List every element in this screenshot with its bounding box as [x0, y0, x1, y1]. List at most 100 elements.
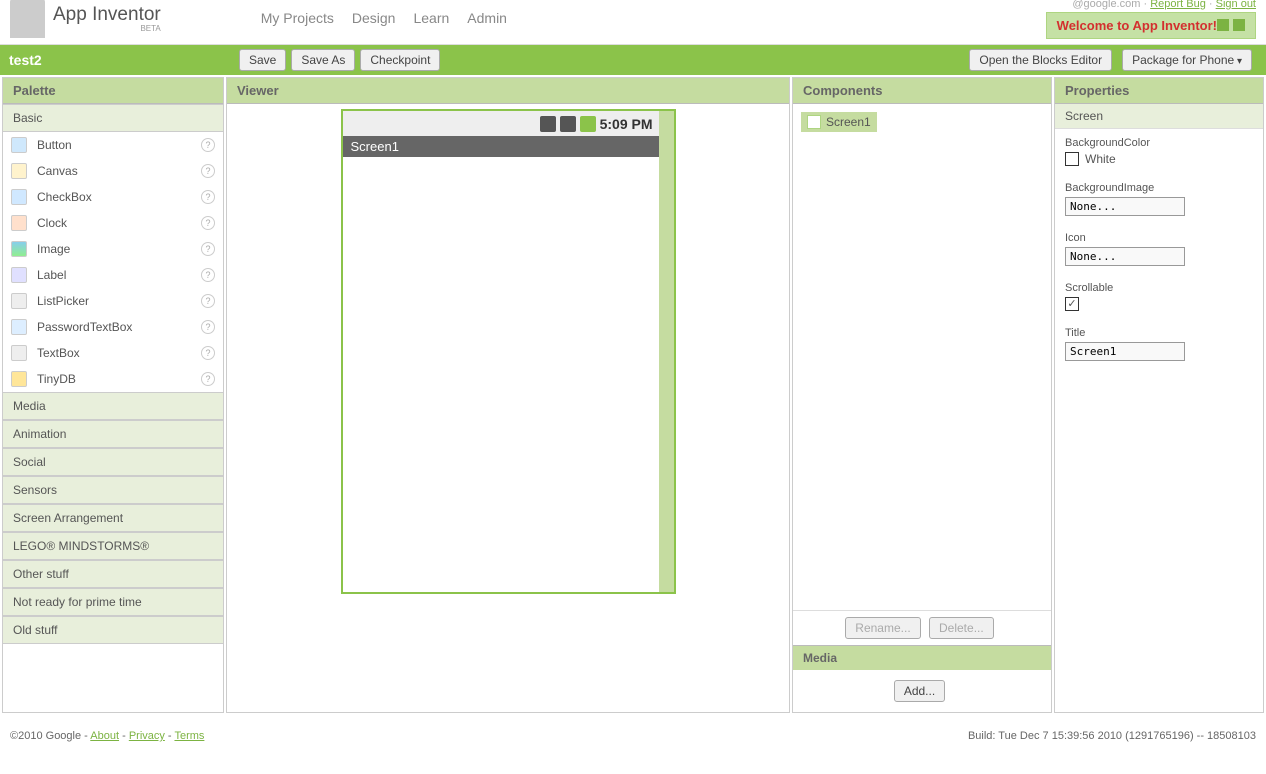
selected-component: Screen	[1055, 104, 1263, 129]
help-icon[interactable]: ?	[201, 372, 215, 386]
copyright: ©2010 Google -	[10, 730, 90, 742]
icon-image	[11, 241, 27, 257]
palette-section[interactable]: Social	[3, 448, 223, 476]
help-icon[interactable]: ?	[201, 138, 215, 152]
footer: ©2010 Google - About - Privacy - Terms B…	[0, 715, 1266, 757]
nav-my-projects[interactable]: My Projects	[261, 10, 334, 26]
add-media-button[interactable]: Add...	[894, 680, 945, 702]
icon-label	[11, 267, 27, 283]
package-button[interactable]: Package for Phone	[1122, 49, 1252, 71]
about-link[interactable]: About	[90, 730, 119, 742]
checkpoint-button[interactable]: Checkpoint	[360, 49, 440, 71]
workspace: Palette Basic Button?Canvas?CheckBox?Clo…	[0, 75, 1266, 715]
prop-bgcolor-label: BackgroundColor	[1065, 137, 1253, 149]
icon-canvas	[11, 163, 27, 179]
save-button[interactable]: Save	[239, 49, 286, 71]
palette-item-label: ListPicker	[37, 294, 89, 308]
palette-item-textbox[interactable]: TextBox?	[3, 340, 223, 366]
palette-section[interactable]: Old stuff	[3, 616, 223, 644]
palette-section-basic[interactable]: Basic	[3, 104, 223, 132]
viewer-panel: Viewer 5:09 PM Screen1	[226, 77, 790, 713]
icon-textbox	[11, 345, 27, 361]
delete-button[interactable]: Delete...	[929, 617, 994, 639]
prop-bgcolor-value[interactable]: White	[1065, 152, 1253, 166]
prop-bgcolor-text: White	[1085, 152, 1116, 166]
palette-item-passwordtextbox[interactable]: PasswordTextBox?	[3, 314, 223, 340]
palette-item-label: Button	[37, 138, 72, 152]
palette-item-label: TextBox	[37, 346, 80, 360]
welcome-bar: Welcome to App Inventor!	[1046, 12, 1256, 39]
icon-clock	[11, 215, 27, 231]
palette-section[interactable]: Media	[3, 392, 223, 420]
palette-item-label: TinyDB	[37, 372, 76, 386]
sign-out-link[interactable]: Sign out	[1216, 0, 1256, 10]
status-signal-icon	[560, 116, 576, 132]
toolbar: test2 Save Save As Checkpoint Open the B…	[0, 45, 1266, 75]
prop-title-input[interactable]	[1065, 342, 1185, 361]
build-info: Build: Tue Dec 7 15:39:56 2010 (12917651…	[968, 730, 1256, 742]
maximize-icon[interactable]	[1233, 19, 1245, 31]
palette-item-tinydb[interactable]: TinyDB?	[3, 366, 223, 392]
palette-item-listpicker[interactable]: ListPicker?	[3, 288, 223, 314]
palette-section[interactable]: LEGO® MINDSTORMS®	[3, 532, 223, 560]
palette-panel: Palette Basic Button?Canvas?CheckBox?Clo…	[2, 77, 224, 713]
nav-design[interactable]: Design	[352, 10, 396, 26]
android-icon	[10, 0, 45, 38]
app-title: App Inventor	[53, 4, 161, 26]
help-icon[interactable]: ?	[201, 216, 215, 230]
palette-section[interactable]: Not ready for prime time	[3, 588, 223, 616]
minimize-icon[interactable]	[1217, 19, 1229, 31]
palette-item-checkbox[interactable]: CheckBox?	[3, 184, 223, 210]
header-right: @google.com · Report Bug · Sign out Welc…	[1046, 0, 1256, 39]
phone-time: 5:09 PM	[600, 116, 653, 132]
project-name: test2	[9, 52, 219, 68]
icon-checkbox	[11, 189, 27, 205]
media-body: Add...	[793, 670, 1051, 712]
properties-panel: Properties Screen BackgroundColor White …	[1054, 77, 1264, 713]
palette-item-canvas[interactable]: Canvas?	[3, 158, 223, 184]
palette-item-clock[interactable]: Clock?	[3, 210, 223, 236]
help-icon[interactable]: ?	[201, 190, 215, 204]
prop-bgimage-label: BackgroundImage	[1065, 182, 1253, 194]
palette-section[interactable]: Screen Arrangement	[3, 504, 223, 532]
help-icon[interactable]: ?	[201, 164, 215, 178]
header: App Inventor BETA My Projects Design Lea…	[0, 0, 1266, 45]
component-screen1[interactable]: Screen1	[801, 112, 877, 132]
palette-item-button[interactable]: Button?	[3, 132, 223, 158]
help-icon[interactable]: ?	[201, 346, 215, 360]
report-bug-link[interactable]: Report Bug	[1150, 0, 1206, 10]
help-icon[interactable]: ?	[201, 320, 215, 334]
icon-button	[11, 137, 27, 153]
help-icon[interactable]: ?	[201, 294, 215, 308]
icon-listpicker	[11, 293, 27, 309]
viewer-body: 5:09 PM Screen1	[227, 104, 789, 634]
palette-section[interactable]: Animation	[3, 420, 223, 448]
nav-links: My Projects Design Learn Admin	[261, 10, 507, 26]
prop-scrollable-checkbox[interactable]: ✓	[1065, 297, 1079, 311]
media-header: Media	[793, 645, 1051, 670]
open-blocks-button[interactable]: Open the Blocks Editor	[969, 49, 1112, 71]
rename-button[interactable]: Rename...	[845, 617, 920, 639]
palette-item-label: Image	[37, 242, 70, 256]
palette-header: Palette	[3, 78, 223, 104]
palette-section[interactable]: Other stuff	[3, 560, 223, 588]
terms-link[interactable]: Terms	[174, 730, 204, 742]
prop-bgimage-input[interactable]	[1065, 197, 1185, 216]
palette-item-label: PasswordTextBox	[37, 320, 132, 334]
components-panel: Components Screen1 Rename... Delete... M…	[792, 77, 1052, 713]
nav-learn[interactable]: Learn	[413, 10, 449, 26]
icon-password	[11, 319, 27, 335]
palette-item-image[interactable]: Image?	[3, 236, 223, 262]
prop-icon-input[interactable]	[1065, 247, 1185, 266]
save-as-button[interactable]: Save As	[291, 49, 355, 71]
phone-mock[interactable]: 5:09 PM Screen1	[341, 109, 676, 594]
color-swatch-icon	[1065, 152, 1079, 166]
palette-item-label[interactable]: Label?	[3, 262, 223, 288]
logo[interactable]: App Inventor BETA	[10, 0, 161, 38]
privacy-link[interactable]: Privacy	[129, 730, 165, 742]
help-icon[interactable]: ?	[201, 242, 215, 256]
palette-item-label: Clock	[37, 216, 67, 230]
palette-section[interactable]: Sensors	[3, 476, 223, 504]
help-icon[interactable]: ?	[201, 268, 215, 282]
nav-admin[interactable]: Admin	[467, 10, 507, 26]
